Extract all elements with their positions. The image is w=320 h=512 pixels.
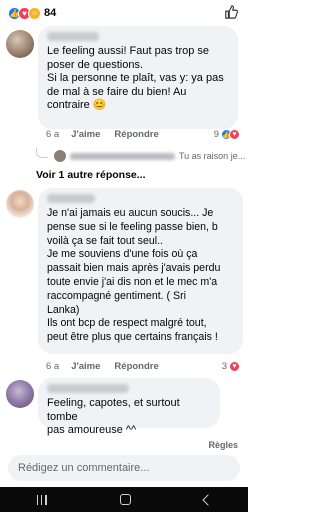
commenter-name-blurred[interactable] xyxy=(47,384,129,393)
comment-bubble[interactable]: Feeling, capotes, et surtout tombe pas a… xyxy=(38,378,220,436)
reply-button[interactable]: Répondre xyxy=(114,129,158,140)
comment-input-placeholder: Rédigez un commentaire... xyxy=(18,462,150,474)
reply-button[interactable]: Répondre xyxy=(114,361,158,372)
avatar[interactable] xyxy=(6,190,34,218)
comment-text: Je n'ai jamais eu aucun soucis... Je pen… xyxy=(47,207,221,344)
haha-reaction-icon: ☺ xyxy=(28,6,41,20)
recents-icon[interactable] xyxy=(36,494,47,505)
comment-reaction-count[interactable]: 9 👍 ♥ xyxy=(214,129,240,140)
avatar xyxy=(54,150,66,162)
commenter-name-blurred[interactable] xyxy=(47,32,99,41)
comment-bubble[interactable]: Je n'ai jamais eu aucun soucis... Je pen… xyxy=(38,188,243,354)
like-thumb-icon[interactable] xyxy=(224,5,238,19)
commenter-name-blurred[interactable] xyxy=(47,194,95,203)
rules-link[interactable]: Règles xyxy=(208,440,238,450)
reaction-count: 84 xyxy=(44,7,57,19)
comment-actions: 6 a J'aime Répondre xyxy=(46,129,173,140)
comment-composer-area: Règles Rédigez un commentaire... xyxy=(0,434,248,484)
back-icon[interactable] xyxy=(201,493,214,506)
comment-bubble[interactable]: Le feeling aussi! Faut pas trop se poser… xyxy=(38,26,238,129)
avatar[interactable] xyxy=(6,380,34,408)
reply-preview[interactable]: Tu as raison je... xyxy=(36,148,246,162)
avatar[interactable] xyxy=(6,30,34,58)
system-nav-bar xyxy=(0,487,248,512)
post-reactions-bar[interactable]: 👍 ♥ ☺ 84 xyxy=(0,0,248,26)
love-reaction-icon: ♥ xyxy=(229,361,240,372)
comment-text: Feeling, capotes, et surtout tombe pas a… xyxy=(47,397,180,436)
like-button[interactable]: J'aime xyxy=(71,361,100,372)
like-button[interactable]: J'aime xyxy=(71,129,100,140)
reaction-icons[interactable]: 👍 ♥ ☺ 84 xyxy=(8,6,57,20)
reply-author-blurred xyxy=(70,152,175,160)
comment-input[interactable]: Rédigez un commentaire... xyxy=(8,455,240,481)
comment-actions: 6 a J'aime Répondre xyxy=(46,361,173,372)
love-reaction-icon: ♥ xyxy=(229,129,240,140)
comment-time: 6 a xyxy=(46,361,60,372)
see-more-replies-link[interactable]: Voir 1 autre réponse... xyxy=(36,169,146,181)
home-icon[interactable] xyxy=(119,494,131,505)
thread-line xyxy=(36,148,48,158)
reply-preview-text: Tu as raison je... xyxy=(179,151,246,161)
comment-time: 6 a xyxy=(46,129,60,140)
comment-text: Le feeling aussi! Faut pas trop se poser… xyxy=(47,45,224,111)
comment-reaction-count[interactable]: 3 ♥ xyxy=(222,361,240,372)
